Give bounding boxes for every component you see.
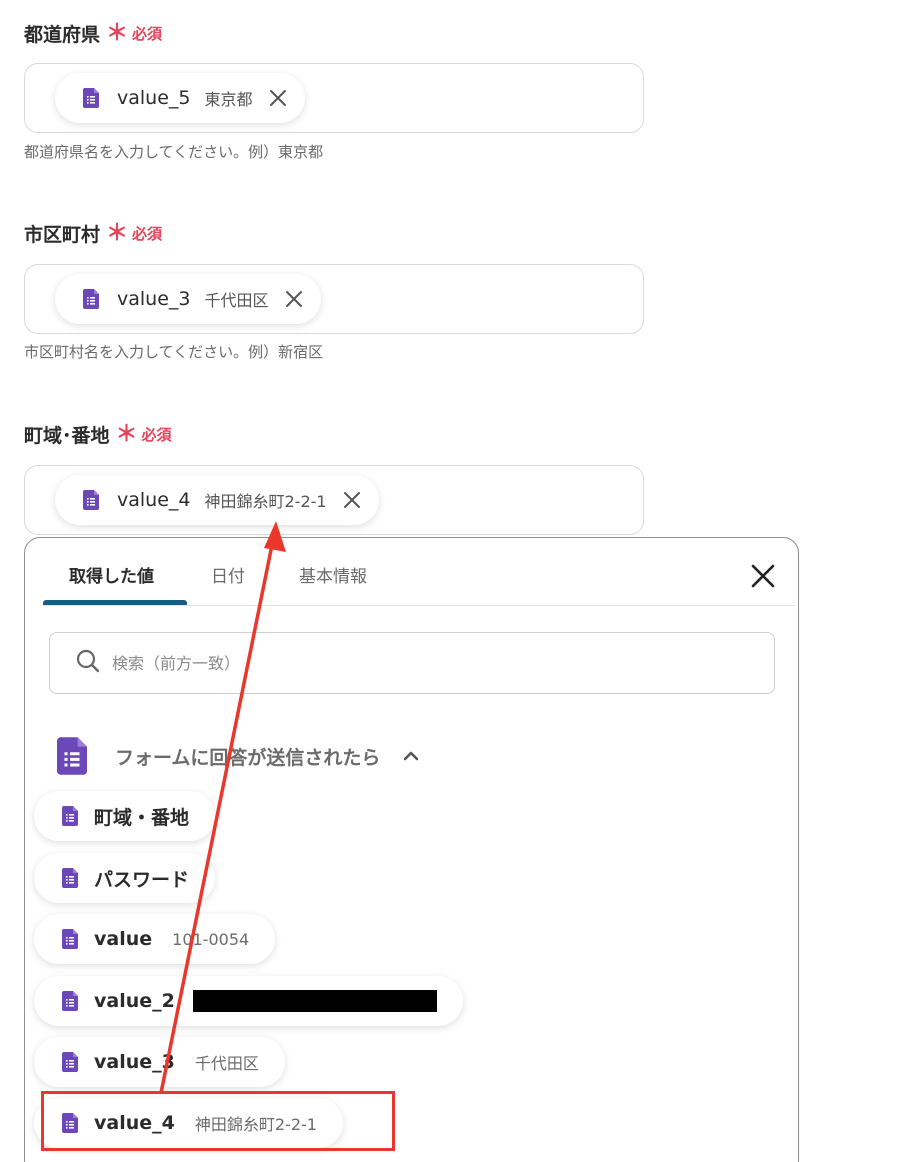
annotation-arrow — [159, 521, 286, 1094]
